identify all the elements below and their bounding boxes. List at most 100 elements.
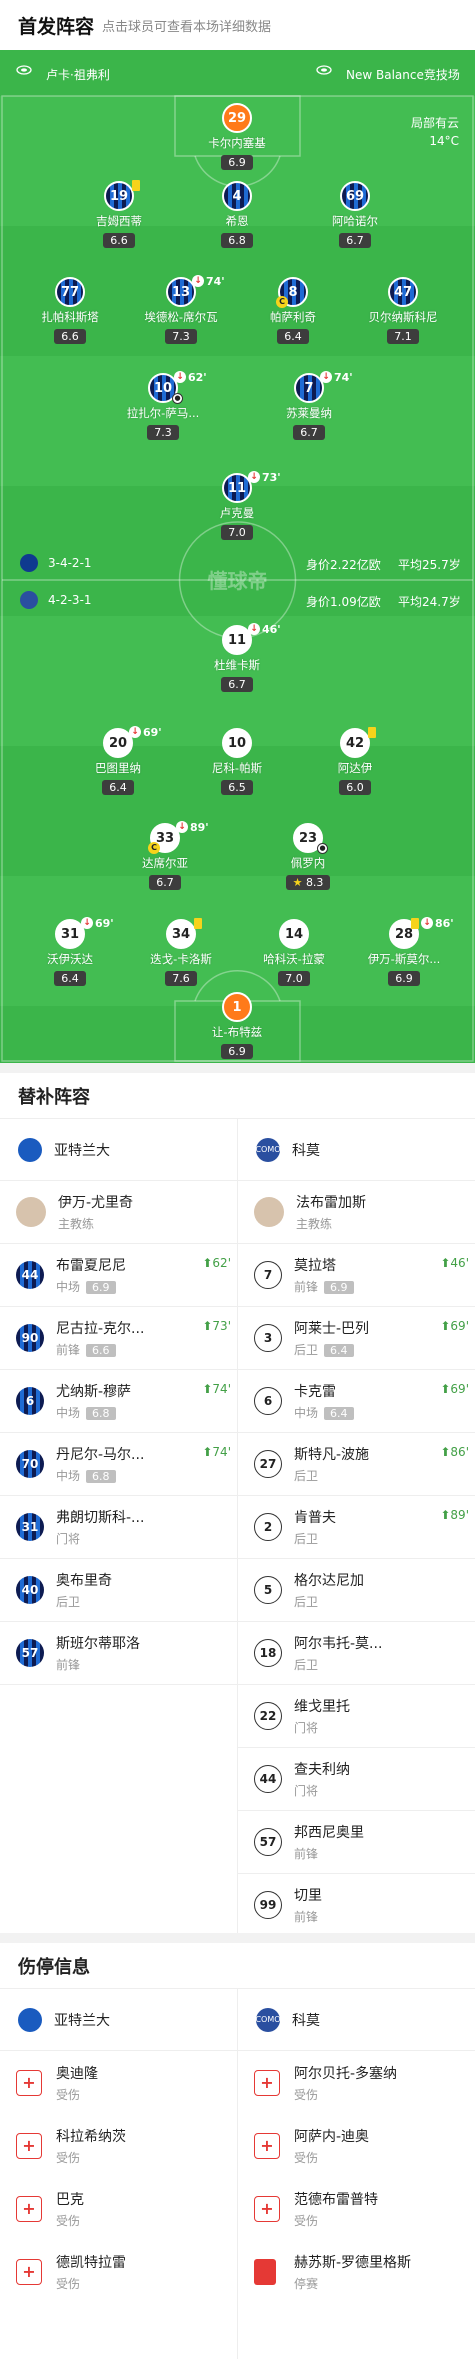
sub-player-row[interactable]: 5 格尔达尼加 后卫 [238,1559,475,1622]
injury-row[interactable]: + 德凯特拉雷 受伤 [0,2240,237,2303]
player-name: 查夫利纳 [294,1762,350,1778]
home-team-row[interactable]: 亚特兰大 [0,1119,237,1181]
sub-player-row[interactable]: 57 邦西尼奥里 前锋 [238,1811,475,1874]
shirt-number: 6 [16,1387,44,1415]
away-team-row[interactable]: COMO 科莫 [238,1119,475,1181]
shirt-number: 27 [254,1450,282,1478]
player-home[interactable]: 13 ↓ 74' 埃德松-席尔瓦 7.3 [126,275,236,344]
player-position: 门将 [56,1532,81,1546]
player-name: 尼古拉-克尔... [56,1321,145,1337]
captain-icon: C [148,842,160,854]
player-away[interactable]: 11 ↓ 46' 杜维卡斯 6.7 [182,623,292,692]
star-icon: ★ [292,876,303,889]
player-position: 后卫 [294,1595,319,1609]
player-away-gk[interactable]: 1 让-布特兹 6.9 [182,992,292,1059]
sub-in-icon: ⬆ [440,1256,451,1270]
goal-ball-icon: ● [317,843,328,854]
player-away[interactable]: 14 哈科沃-拉蒙 7.0 [239,919,349,986]
player-away[interactable]: 20 ↓ 69' 巴图里纳 6.4 [63,726,173,795]
injury-row[interactable]: 赫苏斯-罗德里格斯 停赛 [238,2240,475,2303]
player-home[interactable]: 19 吉姆西蒂 6.6 [64,180,174,248]
player-away[interactable]: 31 ↓ 69' 沃伊沃达 6.4 [15,917,125,986]
shirt-number: 44 [16,1261,44,1289]
player-home[interactable]: 4 希恩 6.8 [182,181,292,248]
player-home[interactable]: 47 贝尔纳斯科尼 7.1 [348,277,458,344]
shirt-number: 44 [254,1765,282,1793]
injury-row[interactable]: + 范德布雷普特 受伤 [238,2177,475,2240]
sub-player-row[interactable]: 90 尼古拉-克尔... 前锋 6.6 ⬆73' [0,1307,237,1370]
player-home[interactable]: 11 ↓ 73' 卢克曼 7.0 [182,471,292,540]
sub-in-icon: ⬆ [440,1508,451,1522]
player-name: 卡克雷 [294,1384,336,1400]
injury-row[interactable]: + 阿尔贝托-多塞纳 受伤 [238,2051,475,2114]
red-card-icon [254,2258,276,2285]
player-name: 阿尔贝托-多塞纳 [294,2065,398,2082]
como-logo-icon [20,591,38,609]
sub-in-time: ⬆69' [440,1319,469,1333]
player-position: 门将 [294,1784,319,1798]
sub-player-row[interactable]: 27 斯特凡-波施 后卫 ⬆86' [238,1433,475,1496]
captain-icon: C [276,296,288,308]
player-name: 丹尼尔-马尔... [56,1447,145,1463]
player-name: 奥布里奇 [56,1573,112,1589]
player-position: 中场 [294,1406,319,1420]
sub-player-row[interactable]: 70 丹尼尔-马尔... 中场 6.8 ⬆74' [0,1433,237,1496]
away-team-row[interactable]: COMO 科莫 [238,1989,475,2051]
sub-player-row[interactable]: 3 阿莱士-巴列 后卫 6.4 ⬆69' [238,1307,475,1370]
injury-row[interactable]: + 奥迪隆 受伤 [0,2051,237,2114]
subs-section: 替补阵容 亚特兰大 伊万-尤里奇 主教练 44 布雷夏尼尼 中场 6.9 ⬆62' 90 尼古… [0,1063,475,1937]
player-away[interactable]: 28 ↓ 86' 伊万-斯莫尔... 6.9 [349,917,459,986]
sub-player-row[interactable]: 7 莫拉塔 前锋 6.9 ⬆46' [238,1244,475,1307]
shirt-number: 3 [254,1324,282,1352]
injury-row[interactable]: + 阿萨内-迪奥 受伤 [238,2114,475,2177]
home-team-row[interactable]: 亚特兰大 [0,1989,237,2051]
sub-player-row[interactable]: 44 查夫利纳门将 [238,1748,475,1811]
injury-row[interactable]: + 巴克 受伤 [0,2177,237,2240]
home-coach[interactable]: 伊万-尤里奇 主教练 [0,1181,237,1244]
sub-out-icon: ↓ [248,623,260,635]
sub-in-time: ⬆62' [202,1256,231,1270]
player-home[interactable]: 69 阿哈诺尔 6.7 [300,181,410,248]
player-home[interactable]: 7 ↓ 74' 苏莱曼纳 6.7 [254,371,364,440]
player-home[interactable]: 10 ↓ 62' ● 拉扎尔-萨马... 7.3 [108,371,218,440]
player-away[interactable]: 34 迭戈-卡洛斯 7.6 [126,918,236,986]
sub-in-time: ⬆46' [440,1256,469,1270]
player-home-gk[interactable]: 29 卡尔内塞基 6.9 [182,103,292,170]
player-name: 格尔达尼加 [294,1573,364,1589]
player-home[interactable]: 77 扎帕科斯塔 6.6 [15,277,125,344]
sub-player-row[interactable]: 6 卡克雷 中场 6.4 ⬆69' [238,1370,475,1433]
player-home[interactable]: 8C 帕萨利奇 6.4 [238,277,348,344]
player-away[interactable]: 33 ↓ 89' C 达席尔亚 6.7 [110,821,220,890]
section-subtitle: 点击球员可查看本场详细数据 [102,19,272,35]
player-position: 后卫 [294,1658,319,1672]
shirt-number: 70 [16,1450,44,1478]
sub-player-row[interactable]: 6 尤纳斯-穆萨 中场 6.8 ⬆74' [0,1370,237,1433]
sub-in-icon: ⬆ [440,1445,451,1459]
away-coach[interactable]: 法布雷加斯 主教练 [238,1181,475,1244]
injury-row[interactable]: + 科拉希纳茨 受伤 [0,2114,237,2177]
player-position: 中场 [56,1469,81,1483]
shirt-number: 31 [16,1513,44,1541]
player-position: 后卫 [294,1343,319,1357]
away-injuries-column: COMO 科莫 + 阿尔贝托-多塞纳 受伤 + 阿萨内-迪奥 受伤 + 范德布雷普特 受伤 赫苏斯… [238,1989,475,2303]
player-away[interactable]: 10 尼科-帕斯 6.5 [182,728,292,795]
sub-player-row[interactable]: 57 斯班尔蒂耶洛 前锋 [0,1622,237,1685]
player-rating: 6.8 [86,1470,116,1483]
shirt-number: 57 [16,1639,44,1667]
sub-out-icon: ↓ [176,821,188,833]
player-name: 斯特凡-波施 [294,1447,370,1463]
injury-status: 受伤 [56,2150,81,2165]
sub-player-row[interactable]: 99 切里 前锋 [238,1874,475,1937]
sub-player-row[interactable]: 22 维戈里托 门将 [238,1685,475,1748]
injury-status: 受伤 [294,2150,319,2165]
sub-player-row[interactable]: 31 弗朗切斯科-... 门将 [0,1496,237,1559]
coach-avatar [16,1197,46,1227]
player-name: 肯普夫 [294,1510,336,1526]
sub-player-row[interactable]: 40 奥布里奇 后卫 [0,1559,237,1622]
player-away[interactable]: 23 ● 佩罗内 ★ 8.3 [253,823,363,890]
sub-player-row[interactable]: 2 肯普夫 后卫 ⬆89' [238,1496,475,1559]
player-away[interactable]: 42 阿达伊 6.0 [300,727,410,795]
sub-in-icon: ⬆ [440,1382,451,1396]
sub-player-row[interactable]: 44 布雷夏尼尼 中场 6.9 ⬆62' [0,1244,237,1307]
sub-player-row[interactable]: 18 阿尔韦托-莫... 后卫 [238,1622,475,1685]
